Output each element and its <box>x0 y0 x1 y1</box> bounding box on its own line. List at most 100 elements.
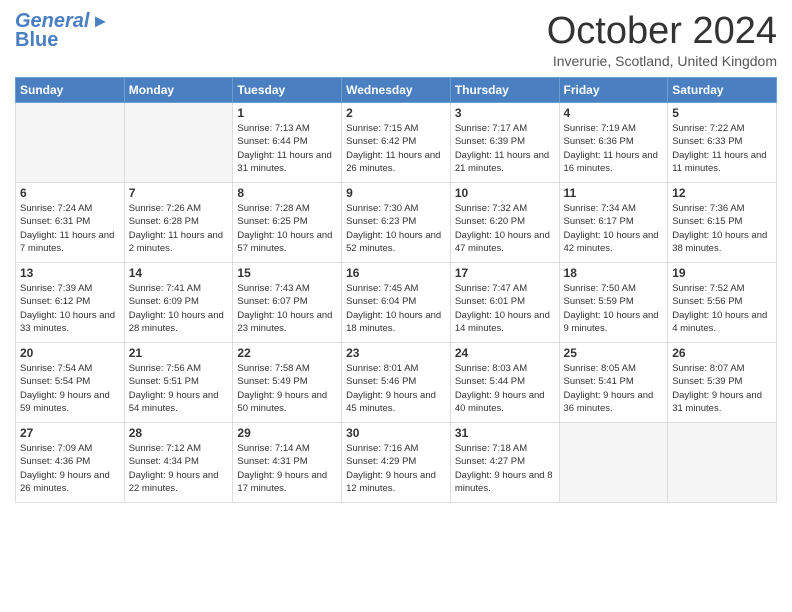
table-row: 9 Sunrise: 7:30 AM Sunset: 6:23 PM Daylig… <box>342 183 451 263</box>
calendar-week-row: 27 Sunrise: 7:09 AM Sunset: 4:36 PM Dayli… <box>16 423 777 503</box>
table-row: 28Sunrise: 7:12 AM Sunset: 4:34 PM Dayli… <box>124 423 233 503</box>
day-info: Sunrise: 7:41 AM Sunset: 6:09 PM Dayligh… <box>129 282 229 335</box>
table-row: 27 Sunrise: 7:09 AM Sunset: 4:36 PM Dayli… <box>16 423 125 503</box>
day-info: Sunrise: 8:01 AM Sunset: 5:46 PM Dayligh… <box>346 362 446 415</box>
col-thursday: Thursday <box>450 78 559 103</box>
day-info: Sunrise: 7:32 AM Sunset: 6:20 PM Dayligh… <box>455 202 555 255</box>
day-number: 26 <box>672 346 772 360</box>
day-number: 19 <box>672 266 772 280</box>
table-row: 12Sunrise: 7:36 AM Sunset: 6:15 PM Dayli… <box>668 183 777 263</box>
day-info: Sunrise: 7:15 AM Sunset: 6:42 PM Dayligh… <box>346 122 446 175</box>
table-row: 13Sunrise: 7:39 AM Sunset: 6:12 PM Dayli… <box>16 263 125 343</box>
table-row: 5 Sunrise: 7:22 AM Sunset: 6:33 PM Daylig… <box>668 103 777 183</box>
table-row: 3 Sunrise: 7:17 AM Sunset: 6:39 PM Daylig… <box>450 103 559 183</box>
table-row: 31 Sunrise: 7:18 AM Sunset: 4:27 PM Dayli… <box>450 423 559 503</box>
table-row: 17 Sunrise: 7:47 AM Sunset: 6:01 PM Dayli… <box>450 263 559 343</box>
table-row: 29 Sunrise: 7:14 AM Sunset: 4:31 PM Dayli… <box>233 423 342 503</box>
day-number: 21 <box>129 346 229 360</box>
day-info: Sunrise: 7:22 AM Sunset: 6:33 PM Dayligh… <box>672 122 772 175</box>
day-info: Sunrise: 7:19 AM Sunset: 6:36 PM Dayligh… <box>564 122 664 175</box>
day-info: Sunrise: 7:26 AM Sunset: 6:28 PM Dayligh… <box>129 202 229 255</box>
col-wednesday: Wednesday <box>342 78 451 103</box>
day-number: 9 <box>346 186 446 200</box>
table-row: 7Sunrise: 7:26 AM Sunset: 6:28 PM Daylig… <box>124 183 233 263</box>
day-info: Sunrise: 7:52 AM Sunset: 5:56 PM Dayligh… <box>672 282 772 335</box>
day-number: 5 <box>672 106 772 120</box>
day-number: 11 <box>564 186 664 200</box>
day-info: Sunrise: 7:24 AM Sunset: 6:31 PM Dayligh… <box>20 202 120 255</box>
calendar-header-row: Sunday Monday Tuesday Wednesday Thursday… <box>16 78 777 103</box>
table-row: 25 Sunrise: 8:05 AM Sunset: 5:41 PM Dayli… <box>559 343 668 423</box>
table-row: 20Sunrise: 7:54 AM Sunset: 5:54 PM Dayli… <box>16 343 125 423</box>
calendar-week-row: 6Sunrise: 7:24 AM Sunset: 6:31 PM Daylig… <box>16 183 777 263</box>
day-info: Sunrise: 7:36 AM Sunset: 6:15 PM Dayligh… <box>672 202 772 255</box>
day-info: Sunrise: 7:58 AM Sunset: 5:49 PM Dayligh… <box>237 362 337 415</box>
table-row: 21Sunrise: 7:56 AM Sunset: 5:51 PM Dayli… <box>124 343 233 423</box>
table-row: 4Sunrise: 7:19 AM Sunset: 6:36 PM Daylig… <box>559 103 668 183</box>
day-number: 18 <box>564 266 664 280</box>
day-number: 24 <box>455 346 555 360</box>
col-monday: Monday <box>124 78 233 103</box>
day-info: Sunrise: 7:09 AM Sunset: 4:36 PM Dayligh… <box>20 442 120 495</box>
table-row <box>668 423 777 503</box>
logo: General ► Blue <box>15 10 109 52</box>
day-number: 27 <box>20 426 120 440</box>
day-number: 2 <box>346 106 446 120</box>
day-number: 30 <box>346 426 446 440</box>
month-title: October 2024 <box>547 10 777 53</box>
day-info: Sunrise: 7:45 AM Sunset: 6:04 PM Dayligh… <box>346 282 446 335</box>
day-number: 1 <box>237 106 337 120</box>
day-info: Sunrise: 7:34 AM Sunset: 6:17 PM Dayligh… <box>564 202 664 255</box>
day-info: Sunrise: 7:28 AM Sunset: 6:25 PM Dayligh… <box>237 202 337 255</box>
day-number: 23 <box>346 346 446 360</box>
day-info: Sunrise: 7:50 AM Sunset: 5:59 PM Dayligh… <box>564 282 664 335</box>
day-number: 20 <box>20 346 120 360</box>
day-number: 17 <box>455 266 555 280</box>
day-info: Sunrise: 7:17 AM Sunset: 6:39 PM Dayligh… <box>455 122 555 175</box>
table-row <box>16 103 125 183</box>
calendar-week-row: 1 Sunrise: 7:13 AM Sunset: 6:44 PM Daylig… <box>16 103 777 183</box>
day-number: 16 <box>346 266 446 280</box>
table-row <box>559 423 668 503</box>
location: Inverurie, Scotland, United Kingdom <box>547 53 777 69</box>
day-info: Sunrise: 7:16 AM Sunset: 4:29 PM Dayligh… <box>346 442 446 495</box>
calendar-week-row: 13Sunrise: 7:39 AM Sunset: 6:12 PM Dayli… <box>16 263 777 343</box>
col-saturday: Saturday <box>668 78 777 103</box>
table-row <box>124 103 233 183</box>
logo-block: General ► Blue <box>15 10 109 52</box>
day-number: 28 <box>129 426 229 440</box>
day-number: 8 <box>237 186 337 200</box>
table-row: 18 Sunrise: 7:50 AM Sunset: 5:59 PM Dayli… <box>559 263 668 343</box>
day-info: Sunrise: 7:30 AM Sunset: 6:23 PM Dayligh… <box>346 202 446 255</box>
logo-arrow-icon: ► <box>91 11 109 32</box>
day-number: 14 <box>129 266 229 280</box>
day-number: 22 <box>237 346 337 360</box>
day-number: 25 <box>564 346 664 360</box>
header: General ► Blue October 2024 Inverurie, S… <box>15 10 777 69</box>
col-friday: Friday <box>559 78 668 103</box>
day-info: Sunrise: 8:07 AM Sunset: 5:39 PM Dayligh… <box>672 362 772 415</box>
table-row: 15Sunrise: 7:43 AM Sunset: 6:07 PM Dayli… <box>233 263 342 343</box>
col-sunday: Sunday <box>16 78 125 103</box>
page: General ► Blue October 2024 Inverurie, S… <box>0 0 792 612</box>
day-number: 29 <box>237 426 337 440</box>
calendar-week-row: 20Sunrise: 7:54 AM Sunset: 5:54 PM Dayli… <box>16 343 777 423</box>
day-number: 3 <box>455 106 555 120</box>
table-row: 19 Sunrise: 7:52 AM Sunset: 5:56 PM Dayli… <box>668 263 777 343</box>
title-block: October 2024 Inverurie, Scotland, United… <box>547 10 777 69</box>
day-info: Sunrise: 7:13 AM Sunset: 6:44 PM Dayligh… <box>237 122 337 175</box>
table-row: 8 Sunrise: 7:28 AM Sunset: 6:25 PM Daylig… <box>233 183 342 263</box>
calendar-table: Sunday Monday Tuesday Wednesday Thursday… <box>15 77 777 503</box>
day-info: Sunrise: 8:05 AM Sunset: 5:41 PM Dayligh… <box>564 362 664 415</box>
table-row: 14 Sunrise: 7:41 AM Sunset: 6:09 PM Dayli… <box>124 263 233 343</box>
day-info: Sunrise: 8:03 AM Sunset: 5:44 PM Dayligh… <box>455 362 555 415</box>
day-info: Sunrise: 7:14 AM Sunset: 4:31 PM Dayligh… <box>237 442 337 495</box>
day-number: 13 <box>20 266 120 280</box>
table-row: 11 Sunrise: 7:34 AM Sunset: 6:17 PM Dayli… <box>559 183 668 263</box>
table-row: 26 Sunrise: 8:07 AM Sunset: 5:39 PM Dayli… <box>668 343 777 423</box>
day-info: Sunrise: 7:18 AM Sunset: 4:27 PM Dayligh… <box>455 442 555 495</box>
table-row: 6Sunrise: 7:24 AM Sunset: 6:31 PM Daylig… <box>16 183 125 263</box>
day-number: 15 <box>237 266 337 280</box>
day-info: Sunrise: 7:47 AM Sunset: 6:01 PM Dayligh… <box>455 282 555 335</box>
day-number: 31 <box>455 426 555 440</box>
